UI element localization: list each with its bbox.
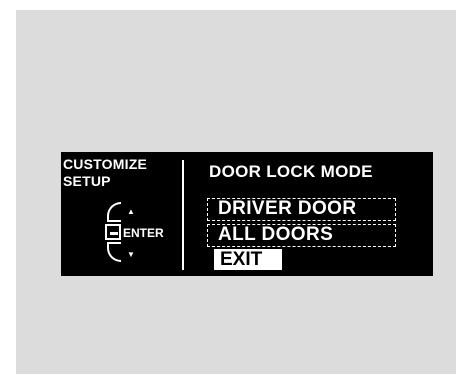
selector-dial-down-icon xyxy=(107,242,121,262)
lcd-display: CUSTOMIZE SETUP ▲ ENTER ▼ DOOR LOCK MODE… xyxy=(61,152,433,276)
control-guide-panel: CUSTOMIZE SETUP ▲ ENTER ▼ xyxy=(61,152,182,276)
door-lock-mode-title: DOOR LOCK MODE xyxy=(209,162,373,181)
enter-mark-icon xyxy=(110,232,118,235)
exit-button[interactable]: EXIT xyxy=(214,249,282,270)
background-frame: CUSTOMIZE SETUP ▲ ENTER ▼ DOOR LOCK MODE… xyxy=(16,10,456,374)
customize-setup-label: CUSTOMIZE SETUP xyxy=(63,156,147,189)
selector-dial-up-icon xyxy=(107,202,121,222)
down-arrow-icon: ▼ xyxy=(127,250,135,259)
panel-divider xyxy=(182,160,184,270)
enter-button-icon xyxy=(105,224,121,240)
menu-item-all-doors[interactable]: ALL DOORS xyxy=(207,224,396,247)
enter-label: ENTER xyxy=(123,226,164,240)
menu-item-driver-door[interactable]: DRIVER DOOR xyxy=(207,198,396,221)
up-arrow-icon: ▲ xyxy=(127,207,135,216)
